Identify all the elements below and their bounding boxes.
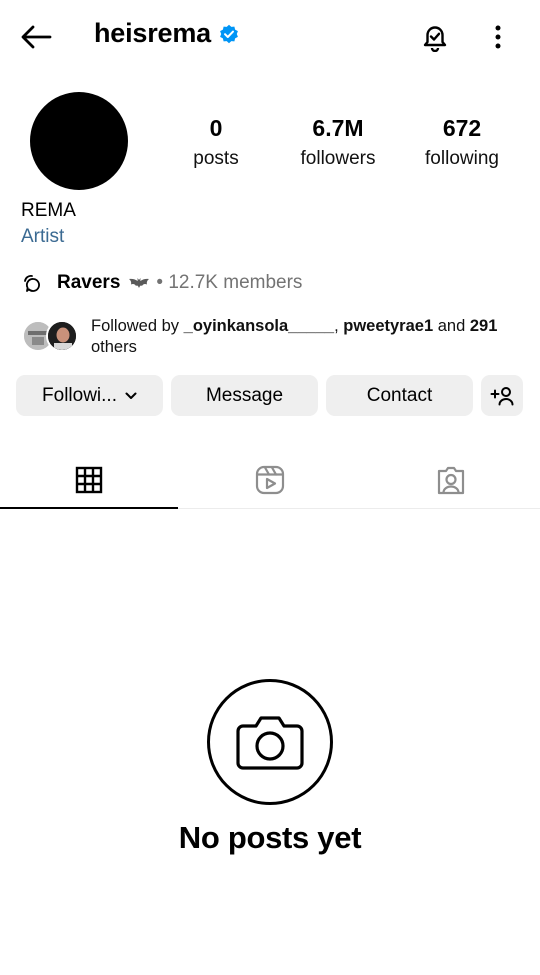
more-vertical-icon (495, 25, 501, 49)
followers-count: 6.7M (312, 115, 364, 141)
back-button[interactable] (18, 20, 54, 54)
profile-category: Artist (21, 226, 65, 247)
bat-emoji-icon (128, 276, 150, 290)
tagged-icon (437, 466, 465, 495)
tab-reels[interactable] (181, 452, 359, 508)
empty-state-title: No posts yet (178, 820, 362, 855)
contact-label: Contact (366, 384, 433, 406)
profile-tabs (0, 452, 540, 509)
following-label: following (425, 148, 499, 169)
followed-by-row[interactable]: Followed by _oyinkansola_____, pweetyrae… (22, 316, 522, 360)
posts-label: posts (193, 148, 239, 169)
community-link[interactable]: Ravers • 12.7K members (22, 270, 302, 296)
chevron-down-icon (125, 392, 137, 399)
username: heisrema (94, 18, 211, 48)
camera-icon (236, 716, 304, 770)
community-members: • 12.7K members (156, 272, 303, 293)
bell-check-icon (423, 26, 447, 52)
stat-following[interactable]: 672 following (412, 114, 512, 172)
profile-avatar[interactable] (30, 92, 128, 190)
community-name: Ravers (57, 272, 121, 293)
reels-icon (255, 465, 285, 495)
suggested-users-button[interactable] (481, 375, 523, 416)
followers-label: followers (300, 148, 376, 169)
followed-by-text: Followed by _oyinkansola_____, pweetyrae… (91, 317, 498, 356)
threads-chat-icon (22, 273, 42, 293)
top-bar: heisrema (0, 0, 540, 72)
more-options-button[interactable] (484, 20, 512, 54)
following-count: 672 (442, 115, 482, 141)
add-user-icon (490, 386, 514, 405)
mutual-user-link[interactable]: _oyinkansola_____ (184, 317, 334, 335)
contact-button[interactable]: Contact (326, 375, 473, 416)
notifications-button[interactable] (418, 20, 452, 54)
stat-posts[interactable]: 0 posts (176, 114, 256, 172)
message-label: Message (205, 384, 284, 406)
arrow-left-icon (21, 25, 52, 49)
username-header: heisrema (94, 18, 239, 49)
message-button[interactable]: Message (171, 375, 318, 416)
empty-posts-camera (207, 679, 333, 805)
grid-icon (75, 466, 103, 493)
mutual-user-link[interactable]: pweetyrae1 (343, 317, 433, 335)
tab-tagged[interactable] (362, 452, 540, 508)
profile-name: REMA (21, 200, 76, 221)
verified-badge-icon (219, 24, 239, 44)
posts-count: 0 (209, 115, 223, 141)
stat-followers[interactable]: 6.7M followers (288, 114, 388, 172)
following-button[interactable]: Followi... (16, 375, 163, 416)
following-label: Followi... (42, 384, 117, 406)
tab-posts-grid[interactable] (0, 452, 178, 509)
mutual-avatar (46, 320, 78, 352)
